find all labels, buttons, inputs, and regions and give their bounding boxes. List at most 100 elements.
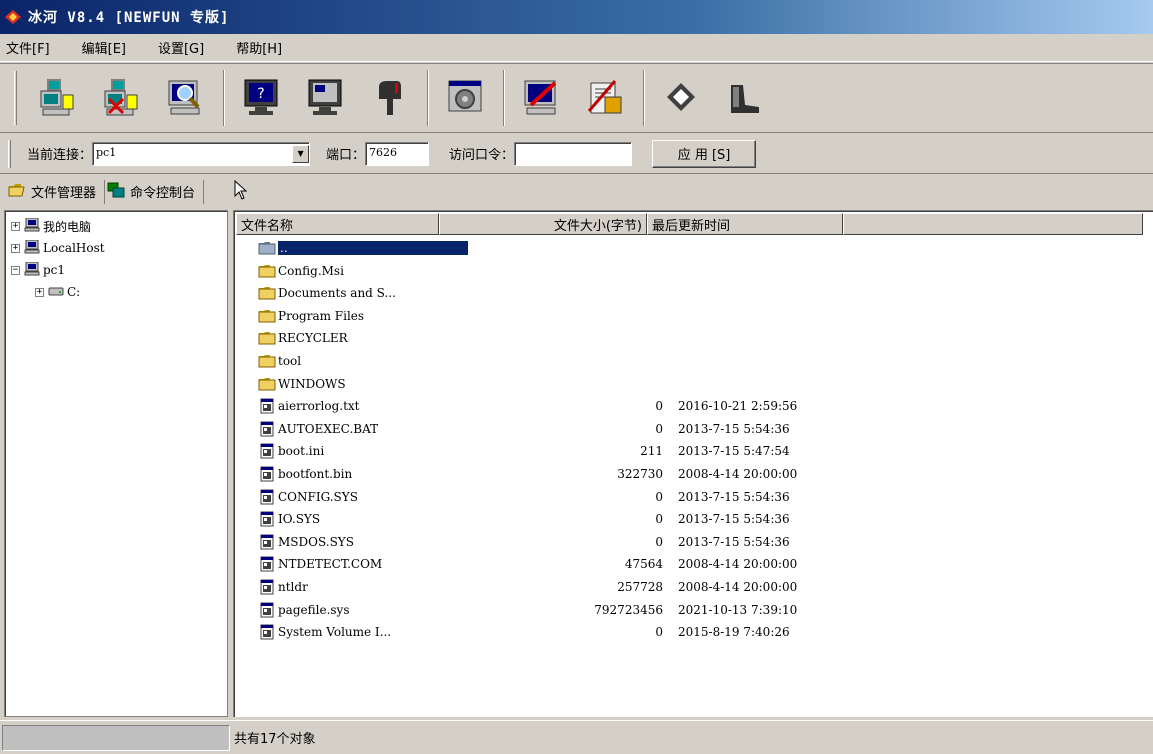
file-size: 257728 bbox=[617, 580, 663, 594]
apply-button[interactable]: 应 用 [S] bbox=[652, 139, 757, 168]
file-row[interactable]: bootfont.bin 322730 2008-4-14 20:00:00 bbox=[258, 463, 1118, 485]
collapse-icon[interactable]: − bbox=[11, 265, 20, 275]
exit-button[interactable] bbox=[719, 72, 771, 124]
file-row[interactable]: aierrorlog.txt 0 2016-10-21 2:59:56 bbox=[258, 395, 1118, 417]
screen-view-button[interactable] bbox=[299, 72, 351, 124]
tree-node-my-computer[interactable]: + 我的电脑 bbox=[11, 217, 91, 235]
config-client-button[interactable] bbox=[515, 72, 567, 124]
about-icon bbox=[661, 77, 701, 120]
toolbar-separator bbox=[643, 70, 645, 126]
expand-icon[interactable]: + bbox=[35, 287, 44, 297]
tree-node-drive-c[interactable]: + C: bbox=[35, 283, 80, 301]
menu-file[interactable]: 文件[F] bbox=[0, 38, 62, 57]
computer-icon bbox=[24, 239, 40, 257]
connection-bar-grip[interactable] bbox=[8, 139, 11, 168]
file-list-header: 文件名称 文件大小(字节) 最后更新时间 bbox=[236, 213, 1143, 235]
file-modified-time: 2013-7-15 5:54:36 bbox=[678, 489, 790, 504]
file-row[interactable]: MSDOS.SYS 0 2013-7-15 5:54:36 bbox=[258, 531, 1118, 553]
file-row[interactable]: System Volume I... 0 2015-8-19 7:40:26 bbox=[258, 621, 1118, 643]
parent-folder-icon bbox=[258, 240, 276, 256]
status-panel-left bbox=[2, 724, 230, 751]
file-row[interactable]: IO.SYS 0 2013-7-15 5:54:36 bbox=[258, 508, 1118, 530]
password-label: 访问口令： bbox=[449, 148, 515, 163]
file-row[interactable]: NTDETECT.COM 47564 2008-4-14 20:00:00 bbox=[258, 553, 1118, 575]
file-icon bbox=[258, 511, 276, 527]
tab-command-console-label: 命令控制台 bbox=[130, 186, 196, 201]
tab-file-manager[interactable]: 文件管理器 bbox=[6, 179, 106, 204]
file-size: 322730 bbox=[617, 467, 663, 481]
console-icon bbox=[107, 182, 125, 202]
expand-icon[interactable]: + bbox=[11, 221, 20, 231]
file-row[interactable]: tool bbox=[258, 350, 1118, 372]
expand-icon[interactable]: + bbox=[11, 243, 20, 253]
folder-tree[interactable]: + 我的电脑 + LocalHost − pc1 + C: bbox=[4, 210, 228, 717]
about-button[interactable] bbox=[655, 72, 707, 124]
config-client-icon bbox=[521, 77, 561, 120]
remove-host-button[interactable] bbox=[95, 72, 147, 124]
mailbox-button[interactable] bbox=[363, 72, 415, 124]
computer-icon bbox=[24, 261, 40, 279]
file-row[interactable]: .. bbox=[258, 237, 1118, 259]
toolbar-grip[interactable] bbox=[14, 71, 17, 125]
file-name: IO.SYS bbox=[278, 512, 321, 527]
menu-help[interactable]: 帮助[H] bbox=[230, 38, 294, 57]
column-header-time[interactable]: 最后更新时间 bbox=[647, 213, 843, 235]
column-header-filler bbox=[843, 213, 1143, 235]
tab-command-console[interactable]: 命令控制台 bbox=[105, 179, 205, 204]
exit-icon bbox=[725, 77, 765, 120]
mailbox-icon bbox=[369, 77, 409, 120]
file-size: 47564 bbox=[624, 557, 663, 572]
file-name: WINDOWS bbox=[278, 376, 346, 391]
file-modified-time: 2008-4-14 20:00:00 bbox=[678, 580, 798, 594]
file-row[interactable]: Program Files bbox=[258, 305, 1118, 327]
file-row[interactable]: CONFIG.SYS 0 2013-7-15 5:54:36 bbox=[258, 486, 1118, 508]
control-panel-button[interactable] bbox=[439, 72, 491, 124]
folder-icon bbox=[258, 376, 276, 392]
search-host-button[interactable] bbox=[159, 72, 211, 124]
port-input[interactable]: 7626 bbox=[365, 141, 430, 166]
file-name: NTDETECT.COM bbox=[278, 557, 383, 572]
file-row[interactable]: Documents and S... bbox=[258, 282, 1118, 304]
file-row[interactable]: RECYCLER bbox=[258, 327, 1118, 349]
file-row[interactable]: AUTOEXEC.BAT 0 2013-7-15 5:54:36 bbox=[258, 418, 1118, 440]
file-list[interactable]: 文件名称 文件大小(字节) 最后更新时间 .. Config.Msi Documen… bbox=[233, 210, 1153, 717]
port-label: 端口： bbox=[326, 148, 366, 163]
password-input[interactable] bbox=[514, 141, 633, 166]
tab-bar: 文件管理器 命令控制台 bbox=[0, 175, 1153, 208]
file-modified-time: 2013-7-15 5:54:36 bbox=[678, 421, 790, 436]
current-connection-label: 当前连接： bbox=[27, 148, 93, 163]
screen-query-button[interactable]: ? bbox=[235, 72, 287, 124]
current-connection-select[interactable]: pc1 ▼ bbox=[92, 141, 311, 166]
file-modified-time: 2013-7-15 5:54:36 bbox=[678, 512, 790, 527]
add-host-icon bbox=[37, 77, 77, 120]
tree-node-pc1[interactable]: − pc1 bbox=[11, 261, 65, 279]
file-name: MSDOS.SYS bbox=[278, 534, 354, 549]
connection-bar: 当前连接： pc1 ▼ 端口： 7626 访问口令： 应 用 [S] bbox=[0, 134, 1153, 174]
config-server-button[interactable] bbox=[579, 72, 631, 124]
column-header-name[interactable]: 文件名称 bbox=[236, 213, 439, 235]
screen-query-icon: ? bbox=[241, 77, 281, 120]
column-header-size[interactable]: 文件大小(字节) bbox=[439, 213, 647, 235]
title-bar[interactable]: 冰河 V8.4 [NEWFUN 专版] bbox=[0, 0, 1153, 34]
toolbar-separator bbox=[223, 70, 225, 126]
chevron-down-icon[interactable]: ▼ bbox=[292, 144, 310, 163]
file-icon bbox=[258, 443, 276, 459]
tree-label-pc1: pc1 bbox=[43, 263, 66, 277]
menu-edit[interactable]: 编辑[E] bbox=[76, 38, 138, 57]
file-row[interactable]: pagefile.sys 792723456 2021-10-13 7:39:10 bbox=[258, 599, 1118, 621]
file-icon bbox=[258, 579, 276, 595]
file-name: Config.Msi bbox=[278, 263, 344, 278]
file-modified-time: 2013-7-15 5:54:36 bbox=[678, 534, 790, 549]
file-row[interactable]: ntldr 257728 2008-4-14 20:00:00 bbox=[258, 576, 1118, 598]
file-name: Documents and S... bbox=[278, 286, 396, 301]
folder-icon bbox=[258, 330, 276, 346]
file-row[interactable]: WINDOWS bbox=[258, 373, 1118, 395]
file-row[interactable]: Config.Msi bbox=[258, 260, 1118, 282]
file-size: 792723456 bbox=[594, 602, 663, 617]
tree-node-localhost[interactable]: + LocalHost bbox=[11, 239, 105, 257]
remove-host-icon bbox=[101, 77, 141, 120]
menu-settings[interactable]: 设置[G] bbox=[152, 38, 216, 57]
file-row[interactable]: boot.ini 211 2013-7-15 5:47:54 bbox=[258, 440, 1118, 462]
control-panel-icon bbox=[445, 77, 485, 120]
add-host-button[interactable] bbox=[31, 72, 83, 124]
